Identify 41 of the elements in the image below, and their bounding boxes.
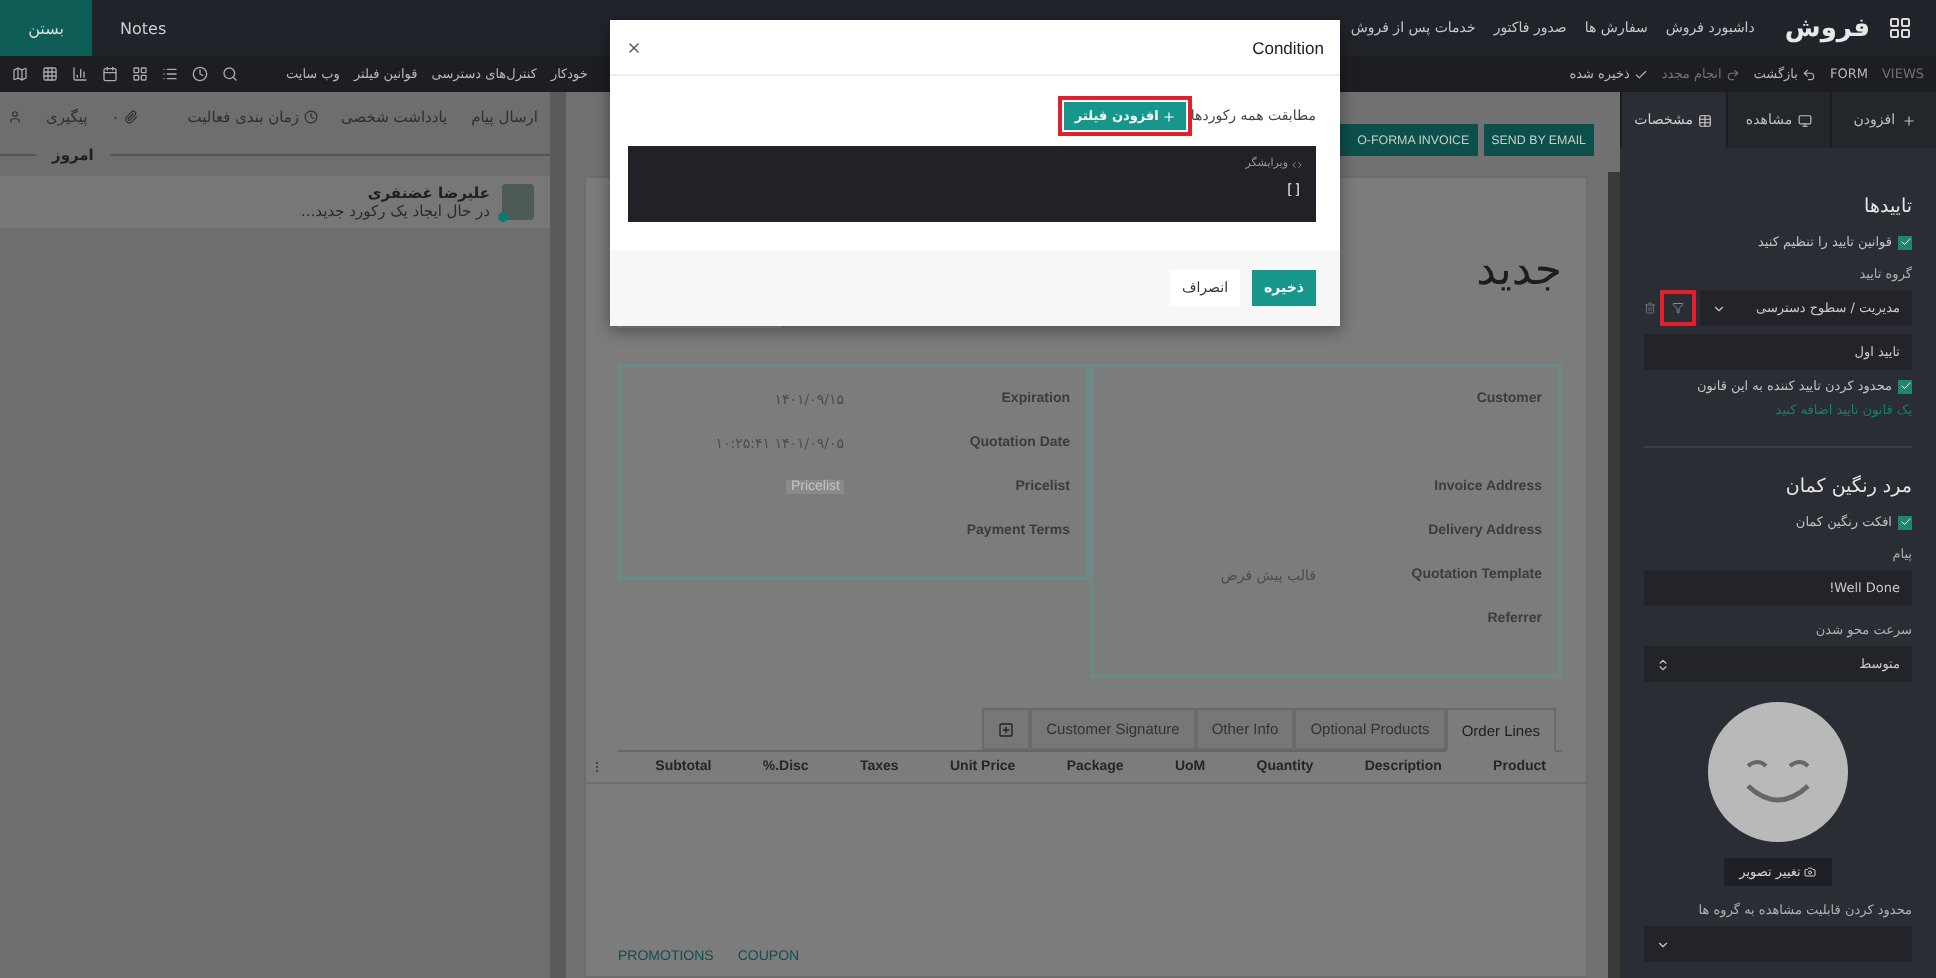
close-icon[interactable] <box>626 39 642 55</box>
clock-icon[interactable] <box>192 66 208 82</box>
filter-icon <box>1672 302 1684 314</box>
monitor-icon <box>1798 113 1813 127</box>
search-icon[interactable] <box>222 66 238 82</box>
section-title: مرد رنگین کمان <box>1783 476 1912 498</box>
list-icon[interactable] <box>162 66 178 82</box>
trash-icon[interactable] <box>1644 302 1656 314</box>
checkbox[interactable] <box>1898 379 1912 393</box>
smiley-icon <box>1708 702 1848 842</box>
plus-square-icon <box>998 721 1015 737</box>
checkbox[interactable] <box>1898 515 1912 529</box>
undo-icon <box>1801 67 1816 81</box>
scrollbar[interactable] <box>550 92 566 978</box>
scrollbar[interactable] <box>1608 172 1620 978</box>
map-icon[interactable] <box>12 66 28 82</box>
calendar-icon[interactable] <box>102 66 118 82</box>
close-button[interactable]: بستن <box>0 0 92 56</box>
chevron-down-icon <box>1656 937 1670 951</box>
notes-tab[interactable]: Notes <box>120 19 167 37</box>
paperclip-icon <box>123 110 138 124</box>
dialog-title: Condition <box>1252 37 1324 57</box>
section-title: تاییدها <box>1862 196 1912 218</box>
plus-icon <box>1901 113 1916 127</box>
code-icon <box>1292 159 1302 169</box>
check-icon <box>1633 67 1648 81</box>
grid-icon[interactable] <box>42 66 58 82</box>
add-tab-button[interactable] <box>982 708 1031 750</box>
avatar <box>502 184 534 220</box>
chevron-down-icon <box>1712 301 1726 315</box>
apps-icon[interactable] <box>1888 16 1912 40</box>
checkbox[interactable] <box>1898 235 1912 249</box>
record-title: جدید <box>1476 246 1562 296</box>
redo-icon <box>1725 67 1740 81</box>
camera-icon <box>1804 866 1817 878</box>
table-icon <box>1698 113 1713 127</box>
chart-icon[interactable] <box>72 66 88 82</box>
up-down-icon <box>1656 657 1670 671</box>
plus-icon <box>1162 109 1177 123</box>
app-title: فروش <box>1784 13 1870 43</box>
clock-icon <box>303 110 318 124</box>
